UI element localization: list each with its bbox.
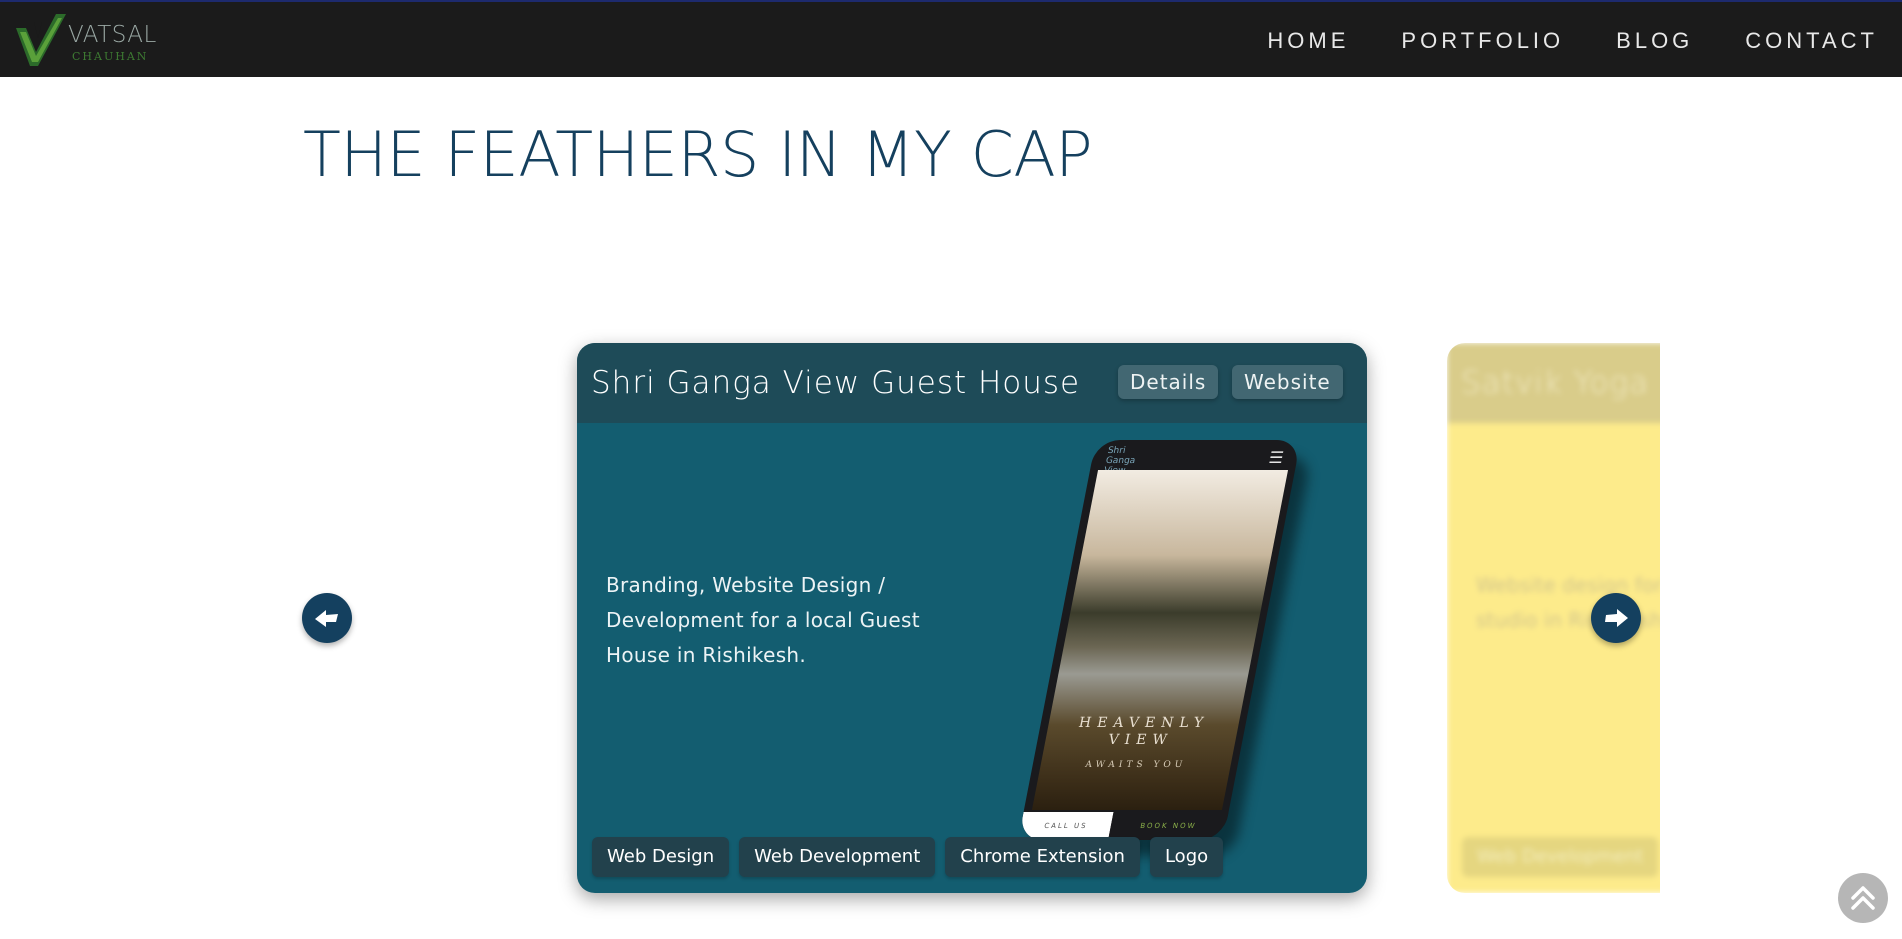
phone-frame: Shri Ganga View ☰ HEAVENLY VIEW AWAITS Y… xyxy=(1018,440,1301,840)
arrow-left-icon xyxy=(315,610,338,627)
mockup-screen-image: HEAVENLY VIEW AWAITS YOU xyxy=(1031,470,1289,810)
site-logo[interactable]: VATSAL CHAUHAN xyxy=(12,8,156,70)
details-button[interactable]: Details xyxy=(1118,365,1219,399)
nav-blog[interactable]: BLOG xyxy=(1616,28,1693,54)
logo-subtitle: CHAUHAN xyxy=(72,50,149,63)
card-description: Branding, Website Design / Development f… xyxy=(606,573,920,667)
next-card-tag: Web Development xyxy=(1462,837,1659,877)
mockup-call-label: CALL US xyxy=(1018,812,1114,840)
next-card-header: Satvik Yoga xyxy=(1447,343,1660,423)
hamburger-icon: ☰ xyxy=(1267,448,1286,467)
logo-name: VATSAL xyxy=(68,22,157,48)
website-button[interactable]: Website xyxy=(1232,365,1343,399)
portfolio-card-current[interactable]: Shri Ganga View Guest House Details Webs… xyxy=(577,343,1367,893)
double-chevron-up-icon xyxy=(1851,886,1875,910)
mockup-bottom-bar: CALL US BOOK NOW xyxy=(1018,812,1229,840)
card-header: Shri Ganga View Guest House Details Webs… xyxy=(577,343,1367,423)
tag-logo: Logo xyxy=(1149,837,1224,877)
tag-web-design: Web Design xyxy=(592,837,730,877)
top-navbar: VATSAL CHAUHAN HOME PORTFOLIO BLOG CONTA… xyxy=(0,0,1902,77)
next-card-title: Satvik Yoga xyxy=(1461,365,1649,401)
carousel-prev-button[interactable] xyxy=(302,593,352,643)
card-title: Shri Ganga View Guest House xyxy=(591,365,1081,401)
mockup-logo: Shri Ganga View xyxy=(1103,446,1137,476)
logo-checkmark-icon xyxy=(16,14,66,66)
nav-portfolio[interactable]: PORTFOLIO xyxy=(1401,28,1564,54)
nav-contact[interactable]: CONTACT xyxy=(1745,28,1878,54)
mockup-subline: AWAITS YOU xyxy=(1084,760,1188,770)
card-tags: Web Design Web Development Chrome Extens… xyxy=(592,837,1224,877)
mockup-headline: HEAVENLY VIEW xyxy=(1077,715,1211,748)
arrow-right-icon xyxy=(1605,609,1628,627)
main-nav: HOME PORTFOLIO BLOG CONTACT xyxy=(1267,2,1878,79)
nav-home[interactable]: HOME xyxy=(1267,28,1349,54)
phone-mockup: Shri Ganga View ☰ HEAVENLY VIEW AWAITS Y… xyxy=(997,440,1317,860)
page-title: THE FEATHERS IN MY CAP xyxy=(303,118,1093,191)
scroll-to-top-button[interactable] xyxy=(1838,873,1888,923)
mockup-book-label: BOOK NOW xyxy=(1108,812,1229,840)
tag-chrome-extension: Chrome Extension xyxy=(945,837,1140,877)
carousel-next-button[interactable] xyxy=(1591,593,1641,643)
tag-web-development: Web Development xyxy=(739,837,936,877)
